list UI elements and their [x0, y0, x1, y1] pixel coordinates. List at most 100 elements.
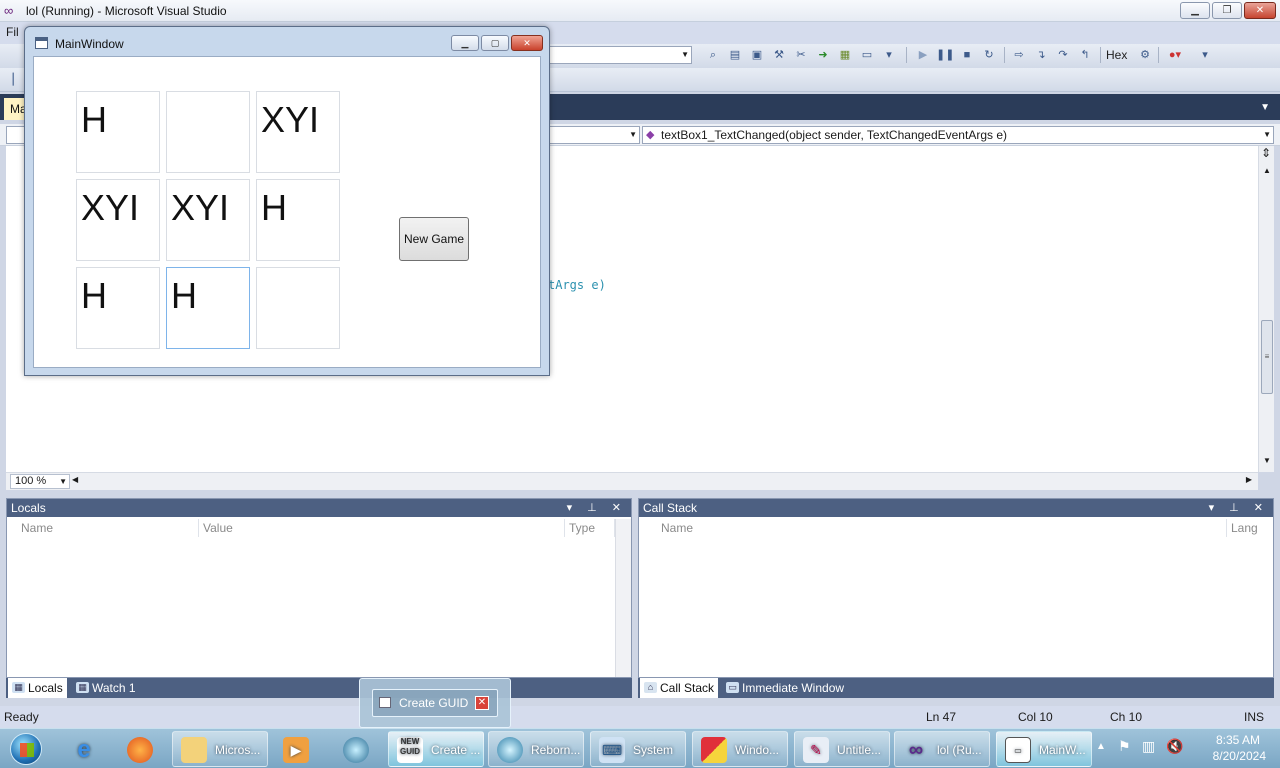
- start-page-icon[interactable]: ➜: [814, 47, 832, 63]
- scroll-left-icon[interactable]: ◀: [72, 475, 78, 484]
- show-threads-icon[interactable]: ⚙: [1136, 47, 1154, 63]
- board-cell[interactable]: H: [76, 267, 160, 349]
- taskbar-item-reborn[interactable]: Reborn...: [488, 731, 584, 767]
- status-ready: Ready: [4, 710, 39, 724]
- locals-scrollbar[interactable]: [615, 519, 631, 677]
- taskbar-media-player[interactable]: ▶: [274, 731, 320, 767]
- locals-column-type[interactable]: Type: [565, 519, 615, 537]
- status-insert-mode: INS: [1244, 710, 1265, 724]
- taskbar-item-create-guid[interactable]: NEW GUID Create ...: [388, 731, 484, 767]
- board-cell[interactable]: H: [256, 179, 340, 261]
- mw-minimize-button[interactable]: ▁: [451, 35, 479, 51]
- tab-immediate-window[interactable]: ▭ Immediate Window: [722, 678, 848, 698]
- vs-restore-button[interactable]: ❐: [1212, 2, 1242, 19]
- object-browser-icon[interactable]: ▣: [748, 47, 766, 63]
- scroll-up-icon[interactable]: ▲: [1263, 166, 1271, 175]
- breakpoints-window-icon[interactable]: ●▾: [1166, 47, 1184, 63]
- call-stack-title-bar: Call Stack ▾ ⊥ ✕: [639, 499, 1273, 517]
- break-all-icon[interactable]: ❚❚: [936, 47, 954, 63]
- toolbar-options-icon[interactable]: ▾: [880, 47, 898, 63]
- tools-icon[interactable]: ✂: [792, 47, 810, 63]
- vs-minimize-button[interactable]: ▁: [1180, 2, 1210, 19]
- board-cell[interactable]: [166, 91, 250, 173]
- toolbox-icon[interactable]: ⚒: [770, 47, 788, 63]
- taskbar-item-mainwindow[interactable]: ▭ MainW...: [996, 731, 1092, 767]
- thumbnail-close-button[interactable]: ✕: [475, 696, 489, 710]
- show-next-statement-icon[interactable]: ⇨: [1010, 47, 1028, 63]
- editor-scroll-thumb[interactable]: ≡: [1261, 320, 1273, 394]
- main-window: MainWindow ▁ ▢ ✕ H XYI XYI XYI H H H New…: [24, 26, 550, 376]
- find-icon[interactable]: ⌕: [704, 47, 722, 63]
- split-handle-icon[interactable]: ⇕: [1261, 146, 1271, 160]
- chevron-down-icon: ▼: [681, 50, 689, 59]
- taskbar-item-visual-studio[interactable]: ∞ lol (Ru...: [894, 731, 990, 767]
- clock-time[interactable]: 8:35 AM: [1216, 733, 1260, 747]
- taskbar-globe[interactable]: [334, 731, 380, 767]
- main-window-title-bar[interactable]: MainWindow ▁ ▢ ✕: [25, 27, 549, 55]
- visual-studio-icon: ∞: [908, 739, 924, 761]
- taskbar-item-windows[interactable]: Windo...: [692, 731, 788, 767]
- tab-call-stack[interactable]: ⌂ Call Stack: [640, 678, 719, 698]
- media-player-icon: ▶: [283, 737, 309, 763]
- window-options-icons[interactable]: ▾ ⊥ ✕: [1209, 499, 1269, 517]
- editor-vertical-scrollbar[interactable]: ⇕ ▲ ≡ ▼: [1258, 146, 1274, 472]
- restart-icon[interactable]: ↻: [980, 47, 998, 63]
- call-stack-column-lang[interactable]: Lang: [1227, 519, 1273, 537]
- member-combo[interactable]: ◆ textBox1_TextChanged(object sender, Te…: [642, 126, 1274, 144]
- mw-close-button[interactable]: ✕: [511, 35, 543, 51]
- tab-list-chevron-icon[interactable]: ▼: [1260, 102, 1270, 113]
- taskbar-item-system[interactable]: ⌨ System: [590, 731, 686, 767]
- board-cell[interactable]: XYI: [76, 179, 160, 261]
- step-over-icon[interactable]: ↷: [1054, 47, 1072, 63]
- taskbar-ie[interactable]: e: [62, 731, 108, 767]
- start-button[interactable]: [4, 729, 48, 768]
- solution-config-combo[interactable]: ▼: [548, 46, 692, 64]
- taskbar-item-label: Untitle...: [837, 743, 882, 757]
- locals-column-name[interactable]: Name: [17, 519, 199, 537]
- board-cell[interactable]: H: [166, 267, 250, 349]
- board-cell[interactable]: XYI: [166, 179, 250, 261]
- board-cell[interactable]: H: [76, 91, 160, 173]
- new-game-button[interactable]: New Game: [399, 217, 469, 261]
- stop-debugging-icon[interactable]: ■: [958, 47, 976, 63]
- properties-icon[interactable]: ▤: [726, 47, 744, 63]
- volume-muted-icon[interactable]: 🔇: [1166, 738, 1183, 755]
- scroll-right-icon[interactable]: ▶: [1246, 475, 1252, 484]
- board-cell[interactable]: [256, 267, 340, 349]
- step-into-icon[interactable]: ↴: [1032, 47, 1050, 63]
- tab-watch-1[interactable]: ▦ Watch 1: [72, 678, 140, 698]
- taskbar-item-label: MainW...: [1039, 743, 1086, 757]
- action-center-flag-icon[interactable]: ⚑: [1118, 738, 1131, 755]
- editor-horizontal-scrollbar[interactable]: 100 % ▼ ◀ ▶: [6, 472, 1258, 490]
- tab-locals[interactable]: ▦ Locals: [8, 678, 67, 698]
- continue-icon[interactable]: ▶: [914, 47, 932, 63]
- taskbar-firefox[interactable]: [118, 731, 164, 767]
- call-stack-column-name[interactable]: Name: [657, 519, 1227, 537]
- menu-file[interactable]: Fil: [6, 25, 19, 39]
- window-options-icons[interactable]: ▾ ⊥ ✕: [567, 499, 627, 517]
- command-window-icon[interactable]: ▭: [858, 47, 876, 63]
- show-hidden-icons-icon[interactable]: ▲: [1096, 741, 1106, 752]
- vs-title-bar: ∞ lol (Running) - Microsoft Visual Studi…: [0, 0, 1280, 22]
- hex-toggle[interactable]: Hex: [1106, 48, 1127, 62]
- thumbnail-title[interactable]: Create GUID ✕: [372, 689, 498, 717]
- toolbar-separator: [1004, 47, 1005, 63]
- locals-column-value[interactable]: Value: [199, 519, 565, 537]
- extensions-icon[interactable]: ▦: [836, 47, 854, 63]
- locals-title: Locals: [11, 501, 46, 515]
- clock-date[interactable]: 8/20/2024: [1213, 749, 1266, 763]
- visual-studio-logo-icon: ∞: [4, 3, 14, 18]
- taskbar-item-label: System: [633, 743, 674, 757]
- board-cell[interactable]: XYI: [256, 91, 340, 173]
- toolbar-overflow-icon[interactable]: ▾: [1196, 47, 1214, 63]
- zoom-combo[interactable]: 100 % ▼: [10, 474, 70, 489]
- mw-maximize-button[interactable]: ▢: [481, 35, 509, 51]
- network-icon[interactable]: ▥: [1142, 738, 1155, 755]
- scroll-down-icon[interactable]: ▼: [1263, 456, 1271, 465]
- toolbar-separator: [906, 47, 907, 63]
- taskbar-item-paint[interactable]: ✎ Untitle...: [794, 731, 890, 767]
- vs-close-button[interactable]: ✕: [1244, 2, 1276, 19]
- taskbar-thumbnail-preview[interactable]: Create GUID ✕: [359, 678, 511, 728]
- step-out-icon[interactable]: ↰: [1076, 47, 1094, 63]
- taskbar-item-explorer[interactable]: Micros...: [172, 731, 268, 767]
